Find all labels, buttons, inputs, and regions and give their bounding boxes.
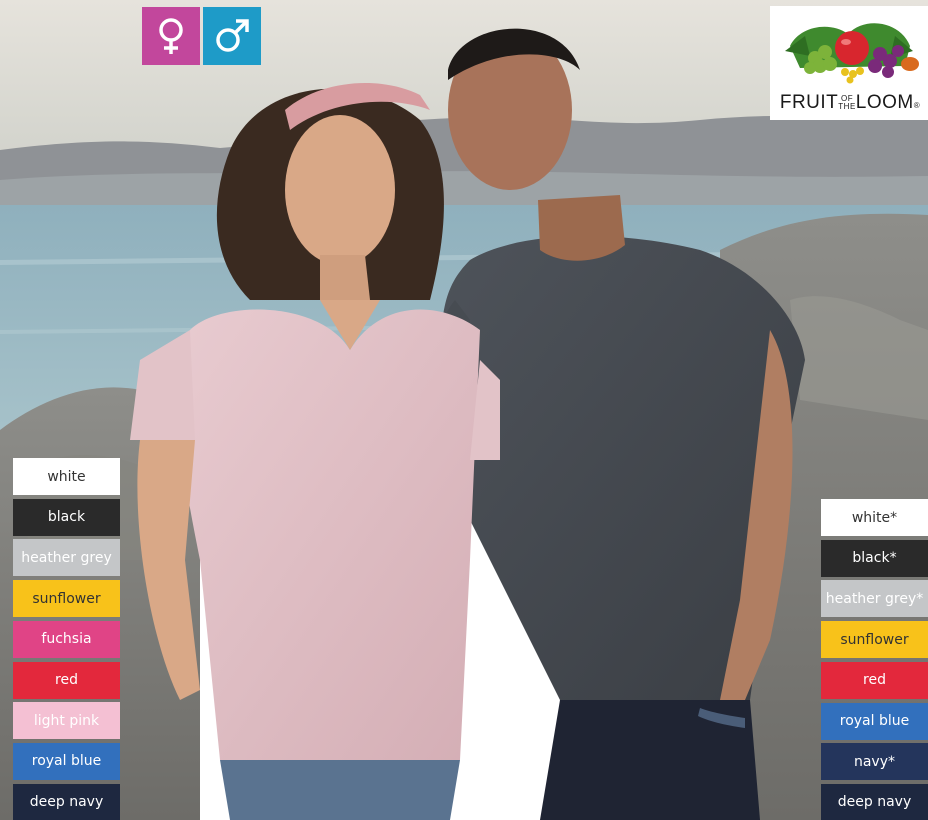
color-swatch-black: black* bbox=[821, 539, 928, 577]
color-swatch-royal-blue: royal blue bbox=[13, 742, 120, 780]
color-swatch-fuchsia: fuchsia bbox=[13, 620, 120, 658]
color-swatch-red: red bbox=[13, 661, 120, 699]
color-swatch-heather-grey: heather grey* bbox=[821, 580, 928, 618]
product-photo bbox=[0, 0, 928, 820]
color-swatch-deep-navy: deep navy bbox=[13, 783, 120, 820]
color-swatch-red: red bbox=[821, 661, 928, 699]
color-swatch-royal-blue: royal blue bbox=[821, 702, 928, 740]
color-swatch-heather-grey: heather grey bbox=[13, 539, 120, 577]
fruit-cluster-icon bbox=[785, 23, 919, 84]
male-icon bbox=[203, 7, 261, 65]
color-swatch-black: black bbox=[13, 498, 120, 536]
product-color-chart: FRUIT OF THELOOM® white black heather grey su… bbox=[0, 0, 928, 820]
brand-logo: FRUIT OF THELOOM® bbox=[770, 6, 928, 120]
female-symbol-icon bbox=[159, 18, 183, 54]
color-swatch-deep-navy: deep navy bbox=[821, 783, 928, 820]
brand-wordmark: FRUIT OF THELOOM® bbox=[779, 92, 921, 113]
female-icon bbox=[142, 7, 200, 65]
color-swatch-light-pink: light pink bbox=[13, 702, 120, 740]
color-swatch-white: white bbox=[13, 458, 120, 495]
color-swatch-sunflower: sunflower bbox=[13, 580, 120, 618]
color-swatch-white: white* bbox=[821, 499, 928, 536]
color-swatch-navy: navy* bbox=[821, 743, 928, 781]
color-swatch-sunflower: sunflower bbox=[821, 621, 928, 659]
male-symbol-icon bbox=[216, 19, 249, 52]
